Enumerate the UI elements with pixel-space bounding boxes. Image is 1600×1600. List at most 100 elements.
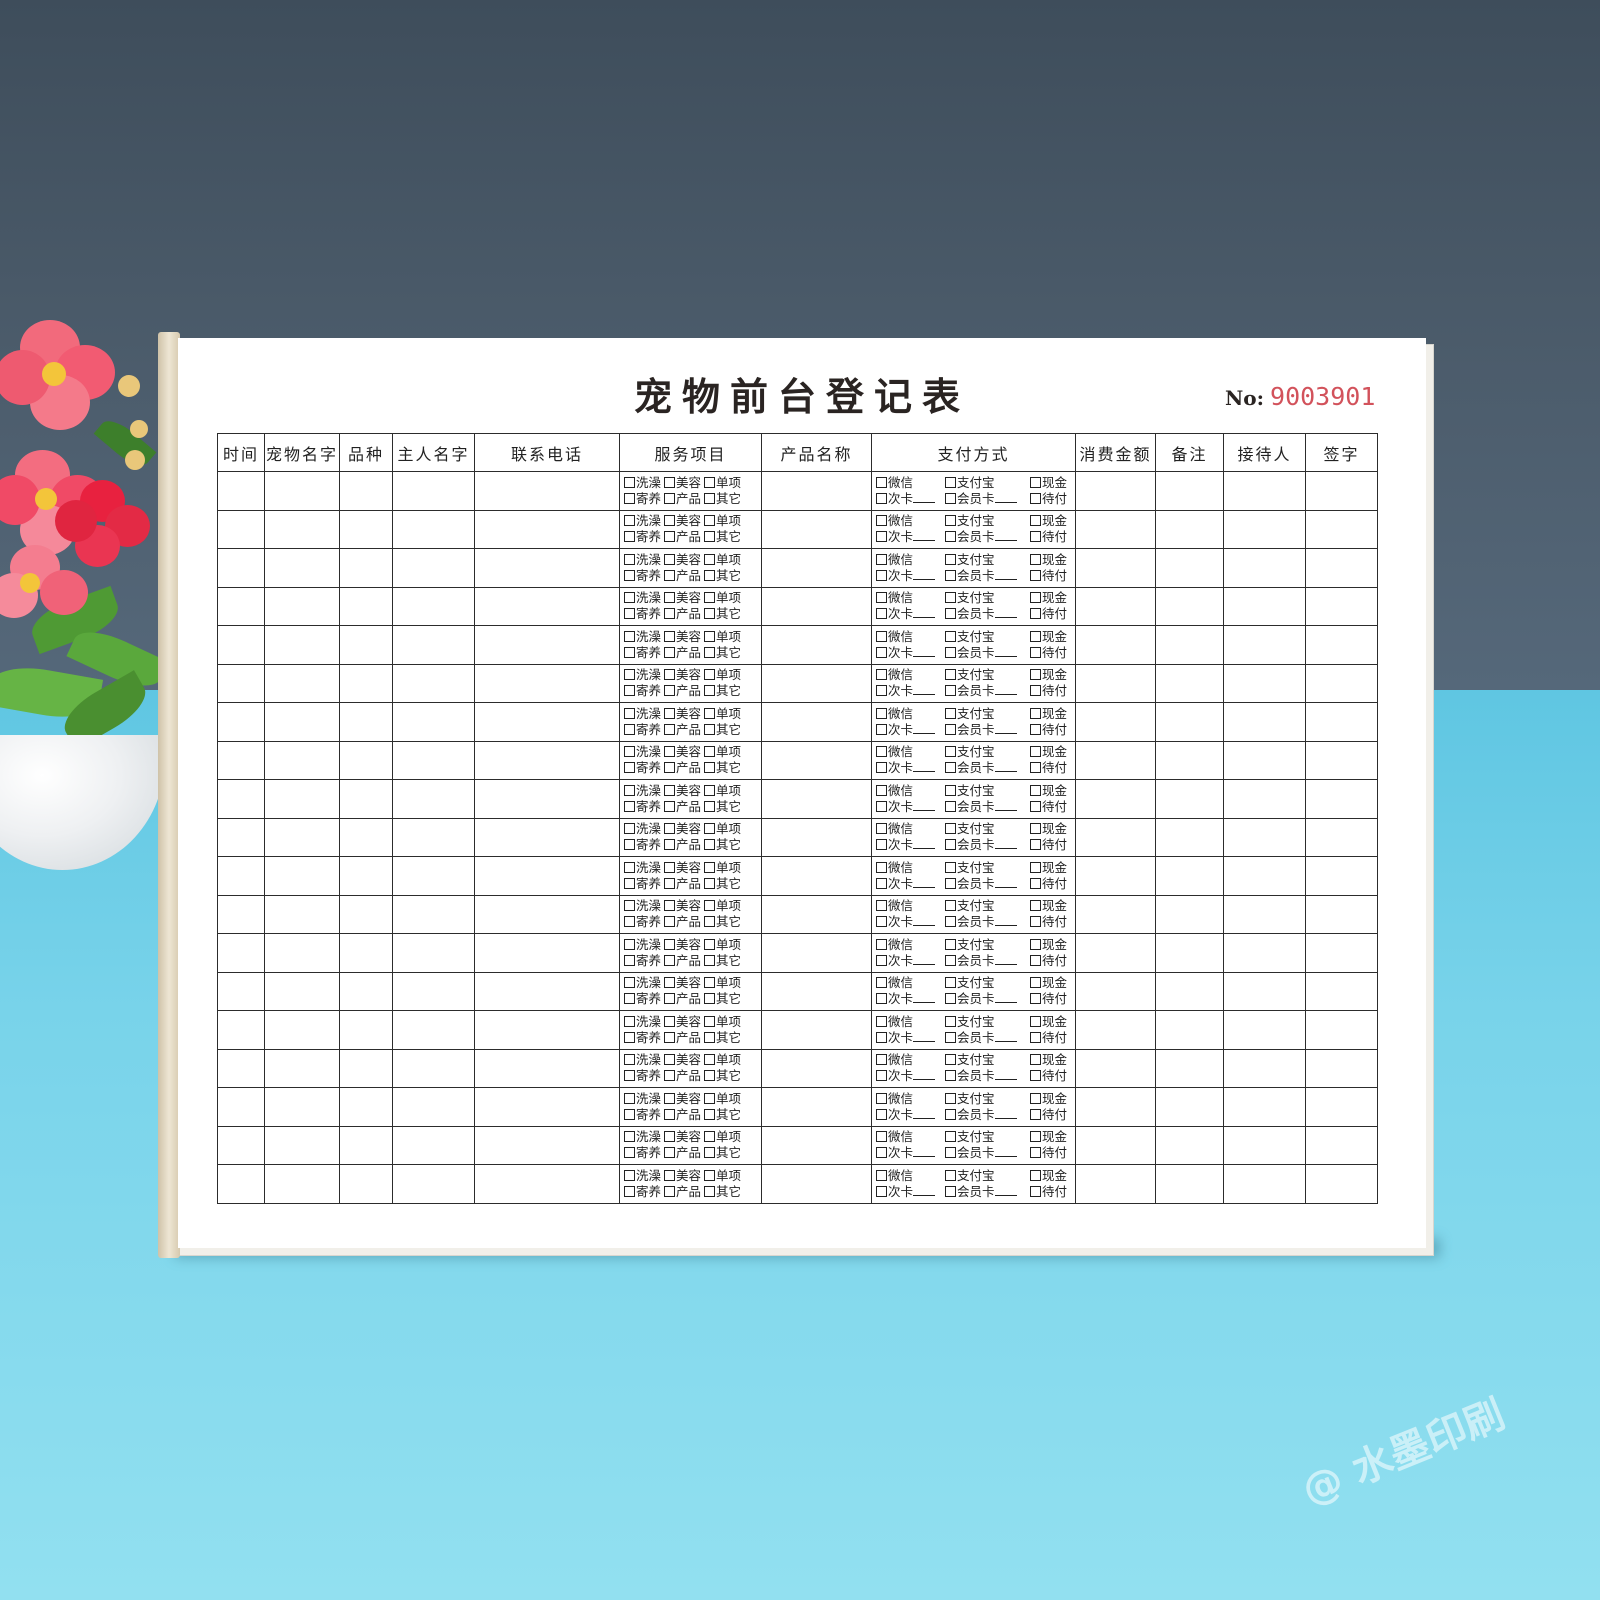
checkbox-option[interactable]: 产品 [664, 645, 701, 661]
table-cell[interactable] [1155, 1087, 1224, 1127]
table-cell[interactable] [1155, 933, 1224, 973]
checkbox[interactable] [624, 954, 635, 966]
checkbox[interactable] [945, 1108, 956, 1120]
table-cell[interactable] [217, 817, 265, 857]
table-cell[interactable] [1223, 817, 1306, 857]
fill-in-blank[interactable] [994, 646, 1017, 657]
table-cell[interactable] [1305, 740, 1378, 780]
checkbox[interactable] [945, 569, 956, 581]
checkbox-option[interactable]: 寄养 [624, 799, 661, 815]
checkbox[interactable] [664, 569, 676, 581]
table-cell[interactable]: 洗澡 美容 单项 寄养 产品 其它 [619, 1164, 762, 1204]
table-cell[interactable] [1305, 1125, 1378, 1165]
checkbox-option[interactable]: 寄养 [624, 991, 661, 1007]
checkbox-option[interactable]: 洗澡 [624, 898, 661, 914]
checkbox[interactable] [945, 476, 956, 488]
checkbox-option[interactable]: 洗澡 [624, 937, 661, 953]
checkbox-option[interactable]: 其它 [704, 914, 741, 930]
checkbox-option[interactable]: 支付宝 [945, 898, 1027, 914]
checkbox-option[interactable]: 支付宝 [945, 744, 1027, 760]
table-cell[interactable] [1075, 509, 1156, 549]
table-cell[interactable] [761, 779, 872, 819]
table-cell[interactable] [1155, 1164, 1224, 1204]
checkbox[interactable] [704, 977, 716, 989]
checkbox[interactable] [1030, 877, 1041, 889]
checkbox[interactable] [876, 592, 887, 604]
table-cell[interactable] [761, 740, 872, 780]
checkbox-option[interactable]: 微信 [876, 1168, 942, 1184]
table-cell[interactable] [761, 1048, 872, 1088]
checkbox-option[interactable]: 微信 [876, 629, 942, 645]
fill-in-blank[interactable] [913, 838, 936, 850]
checkbox[interactable] [664, 553, 676, 565]
table-cell[interactable] [1155, 740, 1224, 780]
checkbox-option[interactable]: 美容 [664, 1129, 701, 1145]
table-cell[interactable] [217, 471, 265, 511]
fill-in-blank[interactable] [994, 492, 1017, 503]
table-cell[interactable]: 微信 支付宝 现金 次卡 会员卡 待付 [871, 471, 1076, 511]
table-cell[interactable] [1223, 586, 1306, 626]
table-cell[interactable] [1075, 663, 1156, 703]
checkbox[interactable] [704, 608, 716, 620]
checkbox[interactable] [876, 515, 887, 527]
checkbox[interactable] [624, 1169, 635, 1181]
checkbox-option[interactable]: 美容 [664, 1168, 701, 1184]
checkbox[interactable] [876, 900, 887, 912]
checkbox-option[interactable]: 待付 [1030, 760, 1067, 776]
checkbox[interactable] [664, 1147, 676, 1159]
checkbox[interactable] [1030, 954, 1041, 966]
checkbox[interactable] [945, 839, 956, 851]
checkbox-option[interactable]: 美容 [664, 1052, 701, 1068]
checkbox-option[interactable]: 洗澡 [624, 1091, 661, 1107]
checkbox-option[interactable]: 次卡 [876, 799, 942, 815]
checkbox-option[interactable]: 会员卡 [945, 876, 1027, 892]
checkbox[interactable] [1030, 531, 1041, 543]
checkbox-option[interactable]: 洗澡 [624, 513, 661, 529]
checkbox[interactable] [704, 515, 716, 527]
table-cell[interactable] [392, 1010, 475, 1050]
checkbox[interactable] [876, 938, 887, 950]
checkbox-option[interactable]: 微信 [876, 475, 942, 491]
table-cell[interactable] [761, 856, 872, 896]
checkbox-option[interactable]: 产品 [664, 606, 701, 622]
checkbox[interactable] [704, 1131, 716, 1143]
checkbox[interactable] [1030, 608, 1041, 620]
fill-in-blank[interactable] [913, 954, 936, 965]
table-cell[interactable] [264, 779, 340, 819]
checkbox[interactable] [664, 1054, 676, 1066]
checkbox[interactable] [1030, 1147, 1041, 1159]
table-cell[interactable]: 洗澡 美容 单项 寄养 产品 其它 [619, 702, 762, 742]
table-cell[interactable] [1305, 586, 1378, 626]
checkbox[interactable] [704, 492, 716, 504]
table-cell[interactable] [1155, 625, 1224, 665]
checkbox-option[interactable]: 洗澡 [624, 783, 661, 799]
checkbox[interactable] [624, 531, 635, 543]
table-cell[interactable] [392, 625, 475, 665]
checkbox[interactable] [624, 646, 635, 658]
table-cell[interactable] [339, 817, 393, 857]
table-cell[interactable]: 洗澡 美容 单项 寄养 产品 其它 [619, 1048, 762, 1088]
checkbox-option[interactable]: 其它 [704, 606, 741, 622]
checkbox[interactable] [945, 515, 956, 527]
table-cell[interactable] [1305, 971, 1378, 1011]
checkbox-option[interactable]: 寄养 [624, 491, 661, 507]
checkbox-option[interactable]: 产品 [664, 683, 701, 699]
checkbox-option[interactable]: 次卡 [876, 760, 942, 776]
checkbox[interactable] [1030, 900, 1041, 912]
table-cell[interactable] [1155, 779, 1224, 819]
checkbox[interactable] [945, 1185, 956, 1197]
checkbox[interactable] [876, 800, 887, 812]
checkbox-option[interactable]: 美容 [664, 706, 701, 722]
checkbox-option[interactable]: 支付宝 [945, 937, 1027, 953]
checkbox[interactable] [1030, 476, 1041, 488]
table-cell[interactable] [1155, 663, 1224, 703]
checkbox-option[interactable]: 产品 [664, 1145, 701, 1161]
checkbox[interactable] [704, 569, 716, 581]
table-cell[interactable] [1155, 586, 1224, 626]
table-cell[interactable] [339, 586, 393, 626]
checkbox[interactable] [624, 592, 635, 604]
checkbox-option[interactable]: 微信 [876, 860, 942, 876]
table-cell[interactable] [1223, 471, 1306, 511]
table-cell[interactable]: 微信 支付宝 现金 次卡 会员卡 待付 [871, 548, 1076, 588]
table-cell[interactable] [474, 509, 620, 549]
